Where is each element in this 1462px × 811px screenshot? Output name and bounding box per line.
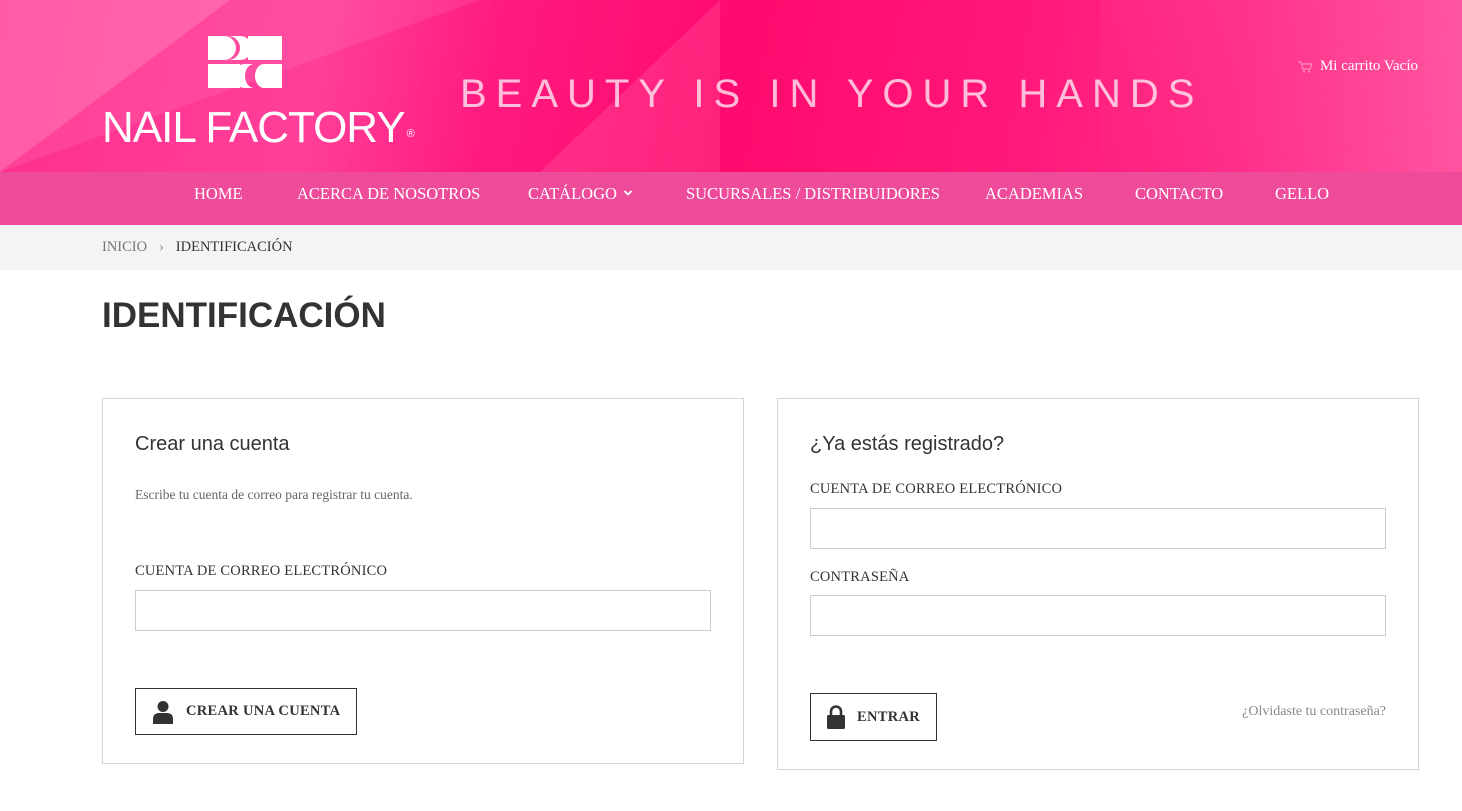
logo-wordmark: NAIL FACTORY ® (102, 103, 415, 152)
site-logo[interactable]: NAIL FACTORY ® (102, 34, 415, 152)
create-account-button[interactable]: CREAR UNA CUENTA (135, 688, 358, 735)
breadcrumb-current: IDENTIFICACIÓN (175, 239, 293, 255)
lock-icon (827, 705, 845, 729)
tagline: BEAUTY IS IN YOUR HANDS (460, 72, 1204, 116)
nav-item-gello[interactable]: GELLO (1275, 172, 1329, 225)
nav-item-home[interactable]: HOME (194, 172, 243, 225)
user-icon (153, 700, 173, 724)
nav-item-label: SUCURSALES / DISTRIBUIDORES (686, 184, 940, 203)
create-account-panel: Crear una cuenta Escribe tu cuenta de co… (102, 398, 744, 764)
nav-item-label: CATÁLOGO (528, 184, 617, 203)
create-email-field[interactable] (135, 590, 711, 631)
nav-item-label: GELLO (1275, 184, 1330, 203)
main-nav: HOME ACERCA DE NOSOTROS CATÁLOGO SUCURSA… (0, 172, 1462, 225)
login-email-label: CUENTA DE CORREO ELECTRÓNICO (810, 481, 1063, 497)
login-heading: ¿Ya estás registrado? (810, 433, 1005, 455)
login-email-field[interactable] (810, 508, 1386, 549)
nav-item-label: ACADEMIAS (985, 184, 1084, 203)
create-account-button-label: CREAR UNA CUENTA (186, 703, 341, 719)
nav-item-academies[interactable]: ACADEMIAS (985, 172, 1083, 225)
page-title: IDENTIFICACIÓN (102, 296, 386, 335)
registered-mark: ® (406, 128, 415, 140)
create-email-label: CUENTA DE CORREO ELECTRÓNICO (135, 563, 388, 579)
login-button[interactable]: ENTRAR (810, 693, 938, 741)
site-header: NAIL FACTORY ® BEAUTY IS IN YOUR HANDS Mi… (0, 0, 1462, 172)
login-button-label: ENTRAR (857, 708, 921, 725)
nav-item-catalog[interactable]: CATÁLOGO (528, 172, 633, 225)
nav-item-label: ACERCA DE NOSOTROS (297, 184, 481, 203)
breadcrumb: INICIO › IDENTIFICACIÓN (0, 225, 1462, 270)
cart-link[interactable]: Mi carrito Vacío (1297, 58, 1418, 75)
nav-item-contact[interactable]: CONTACTO (1135, 172, 1223, 225)
cart-icon (1297, 60, 1312, 73)
logo-text: NAIL FACTORY (102, 103, 406, 152)
password-field[interactable] (810, 595, 1386, 636)
nav-item-label: HOME (194, 184, 243, 203)
nav-item-label: CONTACTO (1135, 184, 1224, 203)
breadcrumb-home-link[interactable]: INICIO (102, 239, 147, 256)
chevron-down-icon (623, 190, 633, 196)
login-panel: ¿Ya estás registrado? CUENTA DE CORREO E… (777, 398, 1419, 770)
password-label: CONTRASEÑA (810, 569, 910, 585)
create-account-heading: Crear una cuenta (135, 433, 290, 455)
cart-label: Mi carrito Vacío (1319, 58, 1418, 74)
logo-mark-icon (208, 36, 282, 88)
breadcrumb-separator-icon: › (159, 239, 164, 255)
nav-item-branches[interactable]: SUCURSALES / DISTRIBUIDORES (686, 172, 940, 225)
create-account-description: Escribe tu cuenta de correo para registr… (135, 487, 413, 502)
nav-item-about[interactable]: ACERCA DE NOSOTROS (297, 172, 480, 225)
forgot-password-link[interactable]: ¿Olvidaste tu contraseña? (1242, 704, 1386, 720)
